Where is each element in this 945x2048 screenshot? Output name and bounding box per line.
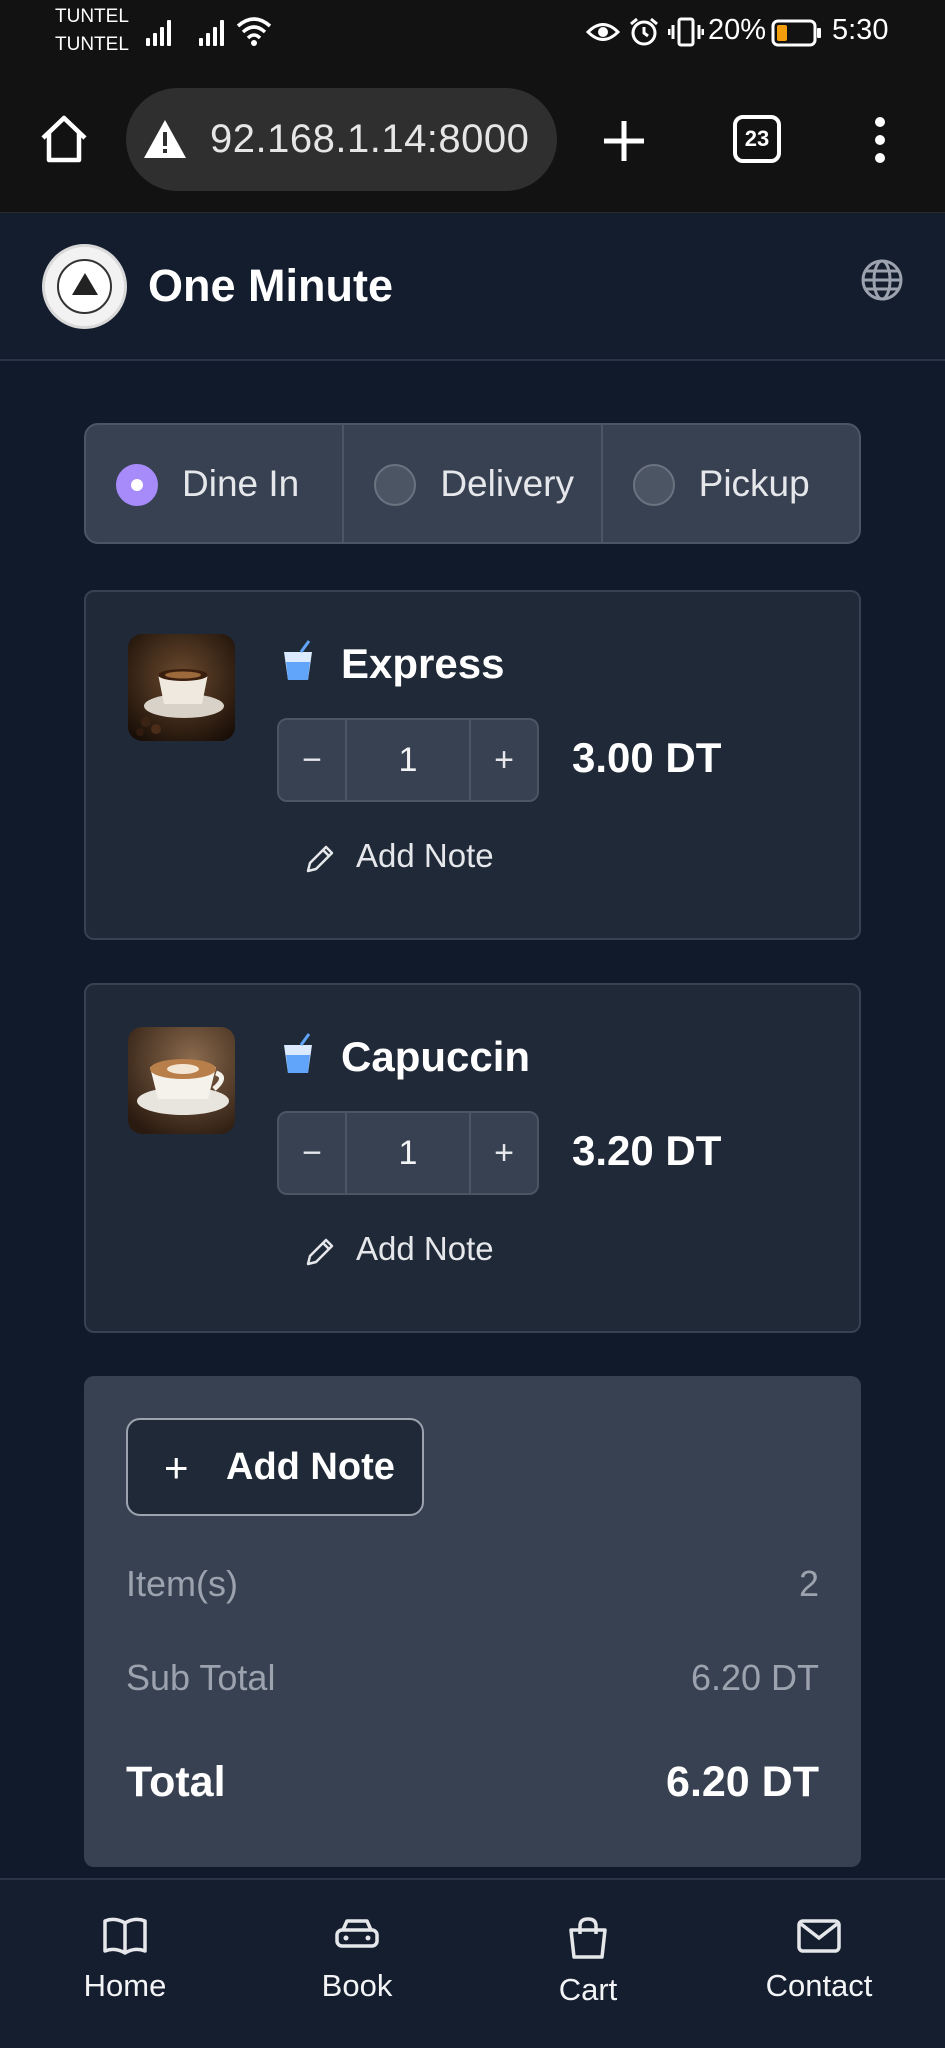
increase-quantity-button[interactable]: + [471, 720, 537, 800]
book-open-icon [103, 1917, 147, 1955]
item-image-espresso [128, 634, 235, 741]
radio-unselected[interactable] [374, 464, 417, 506]
tab-switcher-button[interactable]: 23 [733, 115, 781, 163]
battery-icon [771, 19, 821, 47]
shopping-bag-icon [569, 1917, 607, 1959]
home-icon[interactable] [38, 113, 90, 165]
carrier-label-2: TUNTEL [55, 34, 129, 55]
nav-label: Book [321, 1968, 393, 2003]
pencil-icon [306, 845, 334, 873]
signal-icon [199, 18, 229, 46]
nav-cart[interactable]: Cart [498, 1916, 678, 2008]
total-row: Total 6.20 DT [126, 1758, 819, 1807]
item-price: 3.20 DT [572, 1127, 722, 1174]
order-type-label: Delivery [440, 463, 574, 504]
clock: 5:30 [832, 14, 889, 46]
cart-content: Dine In Delivery Pickup Express − 1 + 3.… [0, 361, 945, 1878]
items-value: 2 [798, 1563, 819, 1604]
wifi-icon [236, 17, 272, 46]
nav-home[interactable]: Home [35, 1916, 215, 2004]
decrease-quantity-button[interactable]: − [279, 720, 345, 800]
carrier-label-1: TUNTEL [55, 6, 129, 27]
radio-unselected[interactable] [632, 464, 675, 506]
items-count-row: Item(s) 2 [126, 1563, 819, 1605]
add-order-note-button[interactable]: + Add Note [126, 1418, 424, 1516]
battery-percent: 20% [708, 14, 767, 46]
order-type-dine-in[interactable]: Dine In [86, 425, 345, 542]
subtotal-value: 6.20 DT [690, 1657, 819, 1698]
language-globe-icon[interactable] [860, 258, 904, 302]
brand-logo[interactable] [42, 244, 127, 329]
eye-icon [586, 23, 620, 41]
app-header: One Minute [0, 213, 945, 361]
car-icon [335, 1919, 379, 1948]
subtotal-label: Sub Total [126, 1657, 276, 1698]
cart-item-card: Capuccin − 1 + 3.20 DT Add Note [84, 983, 861, 1333]
plus-icon: + [164, 1444, 189, 1491]
drink-icon [284, 1033, 312, 1073]
app-name[interactable]: One Minute [148, 260, 393, 312]
nav-label: Cart [558, 1972, 618, 2007]
order-type-label: Pickup [698, 463, 810, 504]
drink-icon [284, 640, 312, 680]
nav-contact[interactable]: Contact [729, 1916, 909, 2004]
subtotal-row: Sub Total 6.20 DT [126, 1657, 819, 1699]
alarm-icon [630, 17, 658, 46]
decrease-quantity-button[interactable]: − [279, 1113, 345, 1193]
order-type-selector: Dine In Delivery Pickup [84, 423, 861, 544]
nav-label: Contact [765, 1968, 873, 2003]
order-type-label: Dine In [182, 463, 300, 504]
bottom-navigation: Home Book Cart Contact [0, 1878, 945, 2048]
cart-item-card: Express − 1 + 3.00 DT Add Note [84, 590, 861, 940]
item-price: 3.00 DT [572, 734, 722, 781]
url-text[interactable]: 92.168.1.14:8000 [210, 117, 540, 162]
status-bar: TUNTEL TUNTEL 20% 5:30 [0, 0, 945, 70]
quantity-value: 1 [345, 1113, 471, 1193]
quantity-stepper: − 1 + [277, 1111, 539, 1195]
mail-icon [797, 1919, 841, 1953]
order-summary: + Add Note Item(s) 2 Sub Total 6.20 DT T… [84, 1376, 861, 1867]
item-image-cappuccino [128, 1027, 235, 1134]
add-note-label: Add Note [356, 1230, 494, 1267]
total-value: 6.20 DT [666, 1758, 819, 1806]
more-menu-icon[interactable] [872, 116, 888, 164]
item-name: Capuccin [341, 1033, 531, 1080]
quantity-value: 1 [345, 720, 471, 800]
add-note-label: Add Note [226, 1446, 395, 1488]
quantity-stepper: − 1 + [277, 718, 539, 802]
vibrate-icon [668, 17, 704, 47]
pencil-icon [306, 1238, 334, 1266]
warning-icon[interactable] [142, 118, 188, 160]
total-label: Total [126, 1758, 226, 1806]
increase-quantity-button[interactable]: + [471, 1113, 537, 1193]
add-note-label: Add Note [356, 837, 494, 874]
order-type-delivery[interactable]: Delivery [344, 425, 603, 542]
nav-book[interactable]: Book [267, 1916, 447, 2004]
signal-icon [146, 18, 176, 46]
order-type-pickup[interactable]: Pickup [603, 425, 859, 542]
new-tab-icon[interactable] [601, 118, 647, 164]
browser-toolbar: 92.168.1.14:8000 23 [0, 70, 945, 213]
items-label: Item(s) [126, 1563, 238, 1604]
radio-selected[interactable] [116, 464, 158, 506]
item-name: Express [341, 640, 505, 687]
nav-label: Home [83, 1968, 167, 2003]
